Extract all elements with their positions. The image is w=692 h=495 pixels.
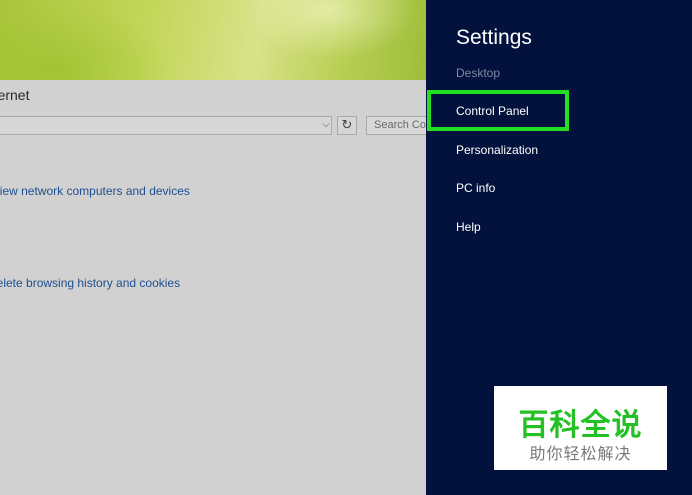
watermark-sub-text: 助你轻松解决 [529,444,632,463]
link-clip-network[interactable]: View network computers and devices [0,184,200,200]
link-clip-history[interactable]: Delete browsing history and cookies [0,276,200,292]
link-view-network-computers[interactable]: View network computers and devices [0,184,190,198]
address-bar[interactable] [0,116,332,135]
charm-title: Settings [456,26,532,49]
charm-item-pc-info[interactable]: PC info [456,181,495,195]
search-placeholder: Search Control Panel [374,119,426,131]
refresh-icon: ↻ [341,117,353,132]
desktop-wallpaper [0,0,426,80]
window-title: Internet [0,87,30,103]
charm-subtitle-desktop: Desktop [456,66,501,80]
chevron-down-icon[interactable]: ⌵ [319,118,333,132]
control-panel-highlight-box [427,90,569,131]
charm-item-help[interactable]: Help [456,220,481,234]
window-title-clip: Internet [0,80,60,110]
watermark-main-text: 百科全说 [518,408,643,443]
watermark-logo: 百科全说 助你轻松解决 [494,386,667,470]
link-delete-browsing-history[interactable]: Delete browsing history and cookies [0,276,180,290]
search-input[interactable]: Search Control Panel [366,116,426,135]
charm-item-personalization[interactable]: Personalization [456,143,538,157]
refresh-button[interactable]: ↻ [337,116,357,135]
